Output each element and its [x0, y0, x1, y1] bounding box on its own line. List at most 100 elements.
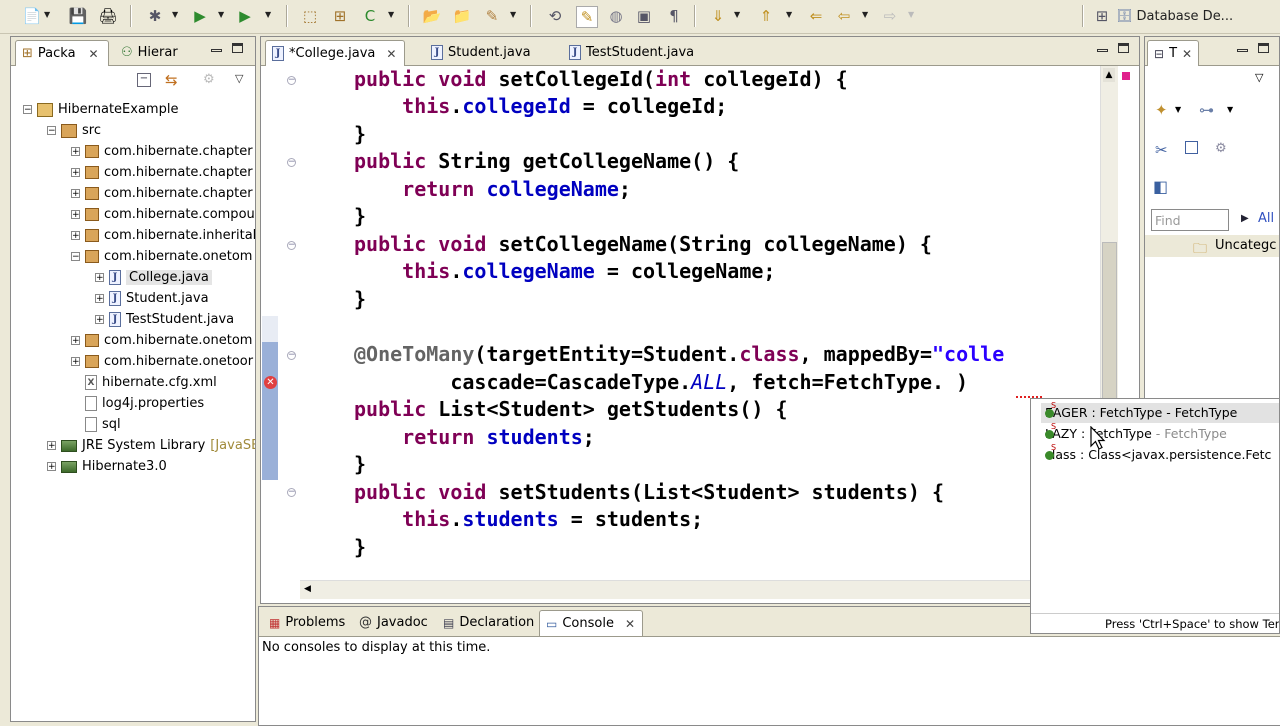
tree-item[interactable]: + com.hibernate.onetoor: [71, 351, 253, 372]
tab-javadoc[interactable]: @ Javadoc: [353, 610, 433, 635]
next-annotation-dropdown-icon[interactable]: ▼: [734, 10, 742, 20]
toggle-mark-occurrences-icon[interactable]: ✎: [576, 6, 598, 28]
tab-student-java[interactable]: J Student.java: [425, 40, 545, 65]
tab-hierarchy[interactable]: ⚇ Hierar: [115, 40, 203, 65]
tree-item[interactable]: + JRE System Library [JavaSE: [47, 435, 255, 456]
view-menu-dropdown-icon[interactable]: ▽: [235, 72, 243, 85]
new-class-icon[interactable]: C: [360, 6, 380, 26]
tree-item[interactable]: sql: [71, 414, 121, 435]
tree-item[interactable]: + J TestStudent.java: [95, 309, 234, 330]
toggle-block-selection-icon[interactable]: ◍: [606, 6, 626, 26]
expand-icon[interactable]: +: [71, 147, 80, 157]
new-java-project-icon[interactable]: ⬚: [300, 6, 320, 26]
completion-item-lazy[interactable]: LAZY : FetchType - FetchType: [1045, 424, 1227, 444]
show-whitespace-icon[interactable]: ¶: [664, 6, 684, 26]
uncategorized-row[interactable]: 🗀 Uncategc: [1145, 235, 1279, 257]
expand-icon[interactable]: +: [71, 231, 80, 241]
new-icon[interactable]: 📄: [22, 6, 42, 26]
tab-college-java[interactable]: J *College.java ✕: [265, 40, 405, 66]
categorize-icon[interactable]: ⊶: [1199, 101, 1214, 119]
forward-dropdown-icon[interactable]: ▼: [908, 10, 916, 20]
external-tools-dropdown-icon[interactable]: ▼: [265, 10, 273, 20]
minimize-icon[interactable]: [1097, 49, 1108, 52]
tree-item[interactable]: + J Student.java: [95, 288, 209, 309]
close-icon[interactable]: ✕: [89, 47, 99, 61]
task-repositories-icon[interactable]: ◧: [1153, 177, 1168, 196]
focus-icon[interactable]: [1185, 141, 1198, 154]
tree-item[interactable]: + Hibernate3.0: [47, 456, 167, 477]
tab-declaration[interactable]: ▤ Declaration: [437, 610, 537, 635]
expand-icon[interactable]: +: [95, 294, 104, 304]
run-dropdown-icon[interactable]: ▼: [218, 10, 226, 20]
new-class-dropdown-icon[interactable]: ▼: [388, 10, 396, 20]
close-icon[interactable]: ✕: [1182, 47, 1192, 61]
close-icon[interactable]: ✕: [386, 47, 396, 61]
tree-item[interactable]: Xhibernate.cfg.xml: [71, 372, 217, 393]
new-task-dropdown-icon[interactable]: ▼: [1175, 105, 1181, 114]
tree-item[interactable]: + com.hibernate.inherital: [71, 225, 255, 246]
previous-annotation-icon[interactable]: ⇑: [756, 6, 776, 26]
tree-item[interactable]: − HibernateExample: [23, 99, 178, 120]
collapse-icon[interactable]: −: [71, 252, 80, 262]
error-overview-marker[interactable]: [1122, 72, 1130, 80]
expand-icon[interactable]: +: [95, 315, 104, 325]
maximize-icon[interactable]: [1258, 43, 1269, 53]
fold-collapse-icon[interactable]: −: [287, 488, 296, 497]
search-dropdown-icon[interactable]: ▼: [510, 10, 518, 20]
save-icon[interactable]: 💾: [68, 6, 88, 26]
error-marker-icon[interactable]: ✕: [264, 376, 277, 389]
tree-item[interactable]: log4j.properties: [71, 393, 204, 414]
tab-console[interactable]: ▭ Console ✕: [539, 610, 643, 636]
view-menu-dropdown-icon[interactable]: ▽: [1255, 71, 1263, 84]
tree-item[interactable]: − src: [47, 120, 101, 141]
new-task-icon[interactable]: ✦: [1155, 101, 1168, 119]
new-dropdown-icon[interactable]: ▼: [44, 10, 52, 20]
next-annotation-icon[interactable]: ⇓: [708, 6, 728, 26]
view-menu-icon[interactable]: ⚙: [203, 72, 215, 87]
print-icon[interactable]: 🖨: [98, 6, 118, 26]
expand-icon[interactable]: +: [71, 357, 80, 367]
tree-item[interactable]: + com.hibernate.compou: [71, 204, 255, 225]
open-perspective-icon[interactable]: ⊞: [1092, 6, 1112, 26]
open-type-icon[interactable]: 📂: [422, 6, 442, 26]
scroll-left-icon[interactable]: ◀: [304, 584, 311, 594]
code-editor[interactable]: public void setCollegeId(int collegeId) …: [300, 66, 1098, 580]
find-field[interactable]: Find: [1151, 209, 1229, 231]
sync-icon[interactable]: ⚙: [1215, 141, 1227, 156]
tree-item[interactable]: − com.hibernate.onetom: [71, 246, 252, 267]
collapse-icon[interactable]: ✂: [1155, 141, 1168, 159]
tab-problems[interactable]: ▦ Problems: [263, 610, 349, 635]
tree-item[interactable]: + com.hibernate.chapter: [71, 183, 253, 204]
expand-icon[interactable]: +: [71, 210, 80, 220]
expand-icon[interactable]: +: [95, 273, 104, 283]
minimize-icon[interactable]: [211, 49, 222, 52]
tree-item[interactable]: + com.hibernate.chapter: [71, 162, 253, 183]
completion-item-class[interactable]: class : Class<javax.persistence.Fetc: [1045, 445, 1271, 465]
perspective-switcher[interactable]: 🗄 Database De...: [1116, 4, 1233, 28]
editor-horizontal-scrollbar[interactable]: ◀: [300, 580, 1030, 599]
link-with-editor-icon[interactable]: ⇆: [165, 71, 178, 89]
expand-icon[interactable]: +: [71, 189, 80, 199]
expand-icon[interactable]: +: [71, 168, 80, 178]
categorize-dropdown-icon[interactable]: ▼: [1227, 105, 1233, 114]
scrollbar-thumb[interactable]: [1102, 242, 1117, 402]
forward-icon[interactable]: ⇨: [880, 6, 900, 26]
expand-icon[interactable]: +: [71, 336, 80, 346]
tab-task-list[interactable]: ⊟ T ✕: [1147, 40, 1199, 66]
find-arrow-icon[interactable]: ▶: [1241, 213, 1249, 224]
debug-icon[interactable]: ✱: [145, 6, 165, 26]
back-dropdown-icon[interactable]: ▼: [862, 10, 870, 20]
collapse-icon[interactable]: −: [23, 105, 32, 115]
show-selected-element-icon[interactable]: ▣: [634, 6, 654, 26]
minimize-icon[interactable]: [1237, 49, 1248, 52]
maximize-icon[interactable]: [1118, 43, 1129, 53]
maximize-icon[interactable]: [232, 43, 243, 53]
tab-teststudent-java[interactable]: J TestStudent.java: [563, 40, 713, 65]
scroll-up-icon[interactable]: ▲: [1103, 68, 1115, 82]
expand-icon[interactable]: +: [47, 441, 56, 451]
expand-icon[interactable]: +: [47, 462, 56, 472]
completion-item-eager[interactable]: EAGER : FetchType - FetchType: [1041, 403, 1279, 423]
fold-collapse-icon[interactable]: −: [287, 351, 296, 360]
tree-item[interactable]: + com.hibernate.chapter: [71, 141, 253, 162]
tab-package-explorer[interactable]: ⊞ Packa ✕: [15, 40, 109, 66]
